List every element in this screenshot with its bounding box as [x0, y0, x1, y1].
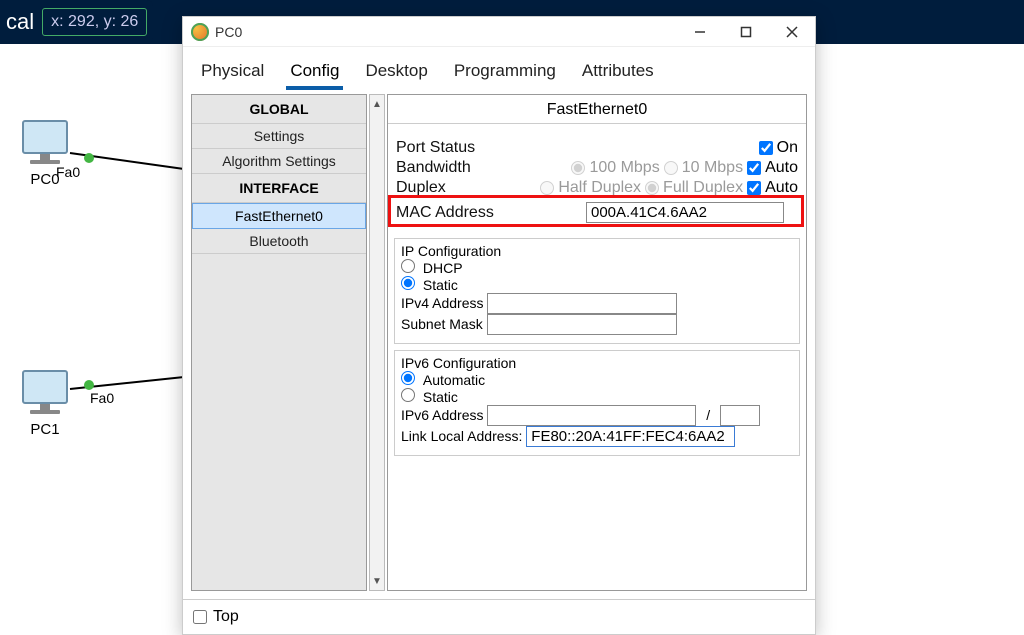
duplex-auto-checkbox[interactable]: [747, 181, 761, 195]
link-status-dot-pc0: [84, 153, 94, 163]
scroll-down-icon[interactable]: ▼: [370, 572, 384, 590]
port-status-checkbox[interactable]: [759, 141, 773, 155]
left-header-global: GLOBAL: [192, 95, 366, 124]
ipv6-config-label: IPv6 Configuration: [401, 355, 516, 371]
pc-icon: [22, 120, 68, 164]
minimize-button[interactable]: [677, 18, 723, 46]
left-item-settings[interactable]: Settings: [192, 124, 366, 149]
bandwidth-auto-checkbox[interactable]: [747, 161, 761, 175]
link-local-address-input[interactable]: [526, 426, 735, 447]
subnet-mask-input[interactable]: [487, 314, 677, 335]
left-panel: GLOBAL Settings Algorithm Settings INTER…: [191, 94, 367, 591]
mouse-coords: x: 292, y: 26: [42, 8, 147, 36]
port-status-on-label: On: [777, 139, 798, 157]
ipv6-automatic-radio[interactable]: [401, 371, 415, 385]
tab-config[interactable]: Config: [286, 57, 343, 89]
coord-prefix: cal: [0, 3, 40, 41]
left-header-interface: INTERFACE: [192, 174, 366, 203]
top-checkbox-label: Top: [213, 608, 239, 626]
duplex-half-radio: [540, 181, 554, 195]
port-status-label: Port Status: [396, 139, 475, 157]
ipv6-static-radio[interactable]: [401, 388, 415, 402]
duplex-full-radio: [645, 181, 659, 195]
mac-address-label: MAC Address: [396, 204, 586, 222]
window-title: PC0: [215, 24, 242, 40]
ip-config-label: IP Configuration: [401, 243, 501, 259]
bandwidth-100-radio: [571, 161, 585, 175]
bandwidth-label: Bandwidth: [396, 159, 471, 177]
duplex-label: Duplex: [396, 179, 446, 197]
subnet-mask-label: Subnet Mask: [401, 316, 483, 332]
left-scrollbar[interactable]: ▲ ▼: [369, 94, 385, 591]
ipv6-prefix-input[interactable]: [720, 405, 760, 426]
device-pc1-port-label: Fa0: [90, 390, 114, 406]
tab-desktop[interactable]: Desktop: [361, 57, 431, 89]
bandwidth-10-label: 10 Mbps: [682, 159, 743, 177]
close-button[interactable]: [769, 18, 815, 46]
scroll-up-icon[interactable]: ▲: [370, 95, 384, 113]
top-tabs: Physical Config Desktop Programming Attr…: [183, 47, 815, 90]
dhcp-label: DHCP: [423, 260, 463, 276]
device-pc1-label: PC1: [22, 421, 68, 438]
app-icon: [191, 23, 209, 41]
bandwidth-100-label: 100 Mbps: [589, 159, 659, 177]
duplex-auto-label: Auto: [765, 179, 798, 197]
ipv6-address-input[interactable]: [487, 405, 696, 426]
config-detail-panel: FastEthernet0 Port Status On Bandwidth 1…: [387, 94, 807, 591]
coordinate-bar: cal x: 292, y: 26: [0, 0, 153, 44]
titlebar[interactable]: PC0: [183, 17, 815, 47]
tab-programming[interactable]: Programming: [450, 57, 560, 89]
link-local-address-label: Link Local Address:: [401, 428, 522, 444]
top-checkbox[interactable]: [193, 610, 207, 624]
device-pc1[interactable]: PC1: [22, 370, 68, 438]
tab-attributes[interactable]: Attributes: [578, 57, 658, 89]
ipv6-automatic-label: Automatic: [423, 372, 485, 388]
duplex-full-label: Full Duplex: [663, 179, 743, 197]
bottom-bar: Top: [183, 599, 815, 634]
maximize-button[interactable]: [723, 18, 769, 46]
ip-config-group: IP Configuration DHCP Static IPv4 Addres…: [394, 238, 800, 344]
ipv6-address-label: IPv6 Address: [401, 407, 484, 423]
ipv4-address-input[interactable]: [487, 293, 677, 314]
ipv6-config-group: IPv6 Configuration Automatic Static IPv6…: [394, 350, 800, 456]
dhcp-radio[interactable]: [401, 259, 415, 273]
tab-physical[interactable]: Physical: [197, 57, 268, 89]
static-label: Static: [423, 277, 458, 293]
static-radio[interactable]: [401, 276, 415, 290]
ipv6-static-label: Static: [423, 389, 458, 405]
left-item-bluetooth[interactable]: Bluetooth: [192, 229, 366, 254]
detail-title: FastEthernet0: [388, 95, 806, 124]
bandwidth-10-radio: [664, 161, 678, 175]
bandwidth-auto-label: Auto: [765, 159, 798, 177]
left-item-algorithm-settings[interactable]: Algorithm Settings: [192, 149, 366, 174]
pc-icon: [22, 370, 68, 414]
config-window: PC0 Physical Config Desktop Programming …: [182, 16, 816, 635]
duplex-half-label: Half Duplex: [558, 179, 641, 197]
ipv4-address-label: IPv4 Address: [401, 295, 484, 311]
link-status-dot-pc1: [84, 380, 94, 390]
left-item-fastethernet0[interactable]: FastEthernet0: [192, 203, 366, 229]
ipv6-prefix-separator: /: [700, 407, 716, 423]
device-pc0-port-label: Fa0: [56, 164, 80, 180]
mac-address-input[interactable]: [586, 202, 784, 223]
